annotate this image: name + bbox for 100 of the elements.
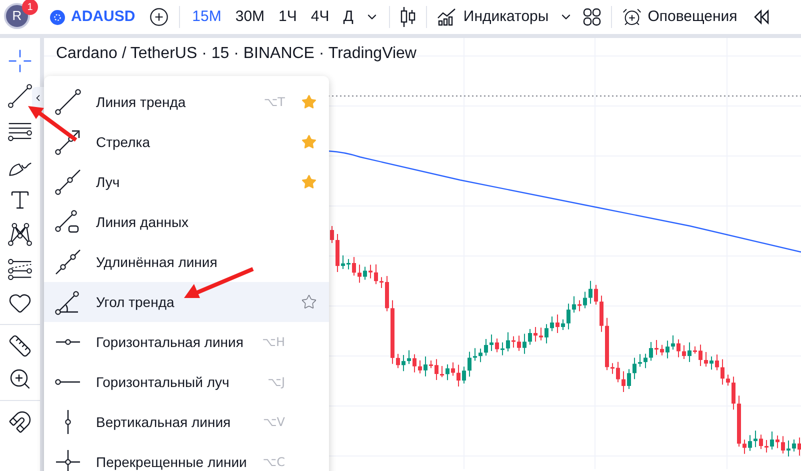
- arrow-annotation: [26, 104, 78, 144]
- shortcut-label: ⌥T: [264, 94, 285, 111]
- menu-item-label: Вертикальная линия: [96, 412, 231, 432]
- menu-item[interactable]: Луч: [44, 162, 329, 202]
- interval-button[interactable]: 15M: [190, 6, 224, 28]
- menu-item-label: Горизонтальный луч: [96, 372, 230, 392]
- candlestick: [742, 439, 746, 454]
- candlestick: [605, 317, 609, 371]
- candlestick: [792, 438, 796, 452]
- menu-item[interactable]: Горизонтальная линия ⌥H: [44, 322, 329, 362]
- star-icon[interactable]: [301, 94, 317, 110]
- menu-item[interactable]: Перекрещенные линии ⌥C: [44, 442, 329, 471]
- forecast-icon[interactable]: [7, 256, 33, 282]
- candlestick: [473, 348, 477, 362]
- alarm-clock-icon: [622, 7, 642, 27]
- candlestick: [764, 440, 768, 454]
- layout-grid-icon[interactable]: [582, 8, 601, 26]
- candlestick: [336, 234, 340, 272]
- candlestick: [534, 326, 538, 342]
- candlestick: [495, 338, 499, 353]
- candlestick: [781, 436, 785, 454]
- ruler-icon[interactable]: [8, 334, 32, 358]
- candlestick: [539, 327, 543, 341]
- candlestick: [627, 368, 631, 390]
- pattern-icon[interactable]: [7, 221, 33, 247]
- menu-item[interactable]: Угол тренда: [44, 282, 329, 322]
- candlestick: [341, 254, 345, 270]
- menu-item[interactable]: Линия данных: [44, 202, 329, 242]
- interval-button[interactable]: Д: [341, 6, 356, 28]
- candlestick: [610, 362, 614, 374]
- candlestick: [330, 226, 334, 244]
- candlestick: [451, 362, 455, 376]
- candlestick: [737, 395, 741, 448]
- candlestick: [390, 300, 394, 364]
- menu-item-label: Стрелка: [96, 132, 150, 152]
- angle-tool-icon: [54, 288, 82, 316]
- symbol-name[interactable]: ADAUSD: [71, 6, 136, 28]
- candlestick: [644, 353, 648, 369]
- vline-tool-icon: [65, 409, 71, 435]
- menu-item[interactable]: Стрелка: [44, 122, 329, 162]
- trend-tool-icon: [54, 88, 82, 116]
- candlestick: [346, 258, 350, 270]
- star-icon[interactable]: [301, 294, 317, 310]
- candlestick: [517, 335, 521, 352]
- candlestick: [385, 275, 389, 312]
- menu-item-label: Луч: [96, 172, 120, 192]
- candlestick: [407, 350, 411, 365]
- menu-item-label: Угол тренда: [96, 292, 174, 312]
- candlestick: [561, 318, 565, 330]
- candlestick: [434, 358, 438, 380]
- candlestick: [704, 351, 708, 368]
- candlestick: [715, 354, 719, 371]
- crosshair-icon[interactable]: [7, 48, 33, 74]
- candlestick: [676, 338, 680, 358]
- candlestick: [456, 364, 460, 388]
- add-symbol-icon[interactable]: [149, 7, 170, 27]
- candlestick: [578, 300, 582, 312]
- candlestick: [698, 344, 702, 366]
- candlestick: [462, 366, 466, 384]
- candlestick: [594, 284, 598, 306]
- alerts-button[interactable]: Оповещения: [622, 6, 738, 28]
- candlestick: [720, 358, 724, 386]
- candlestick: [666, 340, 670, 359]
- rewind-icon[interactable]: [753, 9, 770, 25]
- candlestick: [616, 361, 620, 383]
- menu-item[interactable]: Горизонтальный луч ⌥J: [44, 362, 329, 402]
- interval-button[interactable]: 1Ч: [276, 6, 299, 28]
- menu-item-label: Перекрещенные линии: [96, 452, 247, 471]
- interval-button[interactable]: 4Ч: [308, 6, 332, 28]
- candlestick: [512, 336, 516, 348]
- trend-line-icon[interactable]: [7, 83, 33, 109]
- candlestick: [440, 366, 444, 378]
- candles-icon[interactable]: [400, 6, 416, 28]
- expand-tab[interactable]: [32, 87, 44, 109]
- candlestick: [622, 370, 626, 392]
- candlestick: [654, 340, 658, 356]
- interval-button[interactable]: 30M: [233, 6, 267, 28]
- candlestick: [429, 360, 433, 369]
- candlestick: [726, 374, 730, 386]
- star-icon[interactable]: [301, 174, 317, 190]
- candlestick: [754, 430, 758, 448]
- candlestick: [380, 276, 384, 288]
- candlestick: [544, 324, 548, 344]
- indicators-button[interactable]: Индикаторы: [437, 6, 549, 28]
- shortcut-label: ⌥J: [268, 374, 285, 391]
- candlestick: [412, 354, 416, 373]
- candlestick: [506, 332, 510, 352]
- menu-item[interactable]: Вертикальная линия ⌥V: [44, 402, 329, 442]
- menu-item[interactable]: Линия тренда ⌥T: [44, 82, 329, 122]
- candlestick: [732, 376, 736, 410]
- candlestick: [798, 436, 801, 456]
- coin-icon: [50, 10, 65, 24]
- candlestick: [671, 334, 675, 350]
- magnet-icon[interactable]: [8, 410, 32, 434]
- menu-item[interactable]: Удлинённая линия: [44, 242, 329, 282]
- star-icon[interactable]: [301, 134, 317, 150]
- menu-item-label: Линия тренда: [96, 92, 186, 112]
- zoom-in-icon[interactable]: [8, 367, 32, 391]
- candlestick: [632, 357, 636, 380]
- extended-tool-icon: [54, 248, 82, 276]
